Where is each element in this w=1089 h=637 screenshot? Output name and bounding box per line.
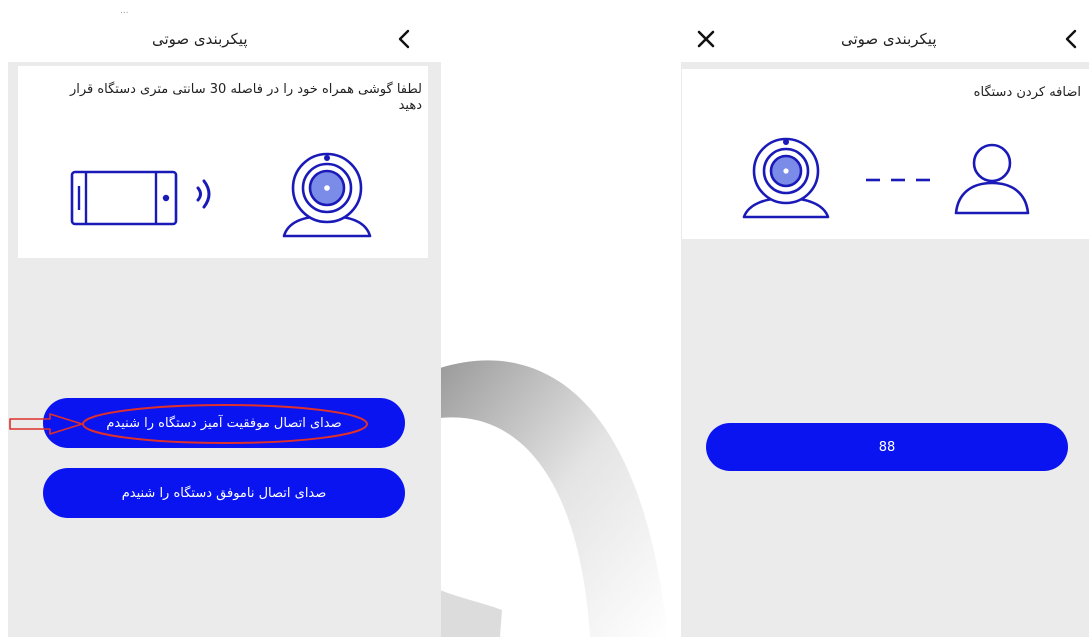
webcam-icon — [742, 137, 830, 219]
app-header: ... پیکربندی صوتی — [0, 0, 441, 62]
close-icon[interactable] — [697, 30, 715, 48]
user-icon — [954, 143, 1030, 215]
annotation-ellipse — [82, 404, 368, 444]
action-button[interactable]: 88 — [706, 423, 1068, 471]
add-device-card: اضافه کردن دستگاه — [682, 69, 1089, 239]
page-title: پیکربندی صوتی — [841, 30, 937, 48]
chevron-left-icon[interactable] — [397, 29, 411, 49]
instruction-card: لطفا گوشی همراه خود را در فاصله 30 سانتی… — [18, 66, 428, 258]
left-screen: ... پیکربندی صوتی لطفا گوشی همراه خود را… — [0, 0, 441, 637]
phone-icon — [70, 170, 178, 226]
heard-failure-sound-button[interactable]: صدای اتصال ناموفق دستگاه را شنیدم — [43, 468, 405, 518]
right-screen: پیکربندی صوتی اضافه کردن دستگاه 88 — [668, 0, 1089, 637]
page-title: پیکربندی صوتی — [152, 30, 248, 48]
decorative-curve — [440, 360, 668, 637]
card-title: اضافه کردن دستگاه — [973, 85, 1081, 100]
app-header: پیکربندی صوتی — [668, 0, 1089, 62]
instruction-text: لطفا گوشی همراه خود را در فاصله 30 سانتی… — [69, 82, 422, 113]
annotation-arrow-icon — [9, 413, 83, 435]
sound-waves-icon — [196, 179, 211, 209]
status-bar-text: ... — [120, 6, 129, 16]
chevron-left-icon[interactable] — [1064, 29, 1078, 49]
connection-dashes — [866, 178, 930, 182]
webcam-icon — [282, 152, 372, 238]
